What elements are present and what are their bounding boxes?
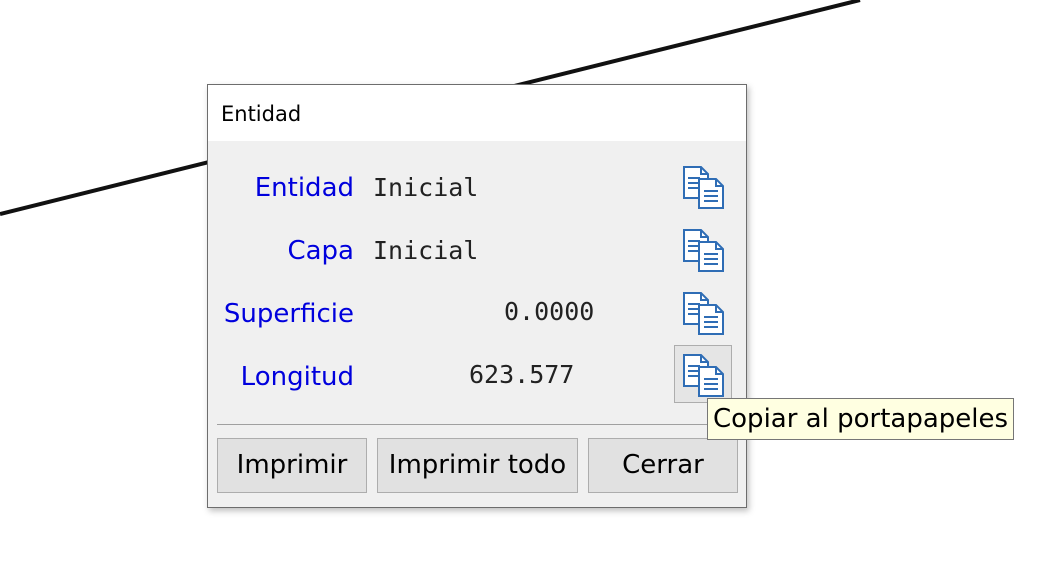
copy-area-button[interactable] xyxy=(674,283,732,341)
length-value: 623.577 xyxy=(469,360,575,389)
dialog-title: Entidad xyxy=(221,102,302,126)
print-button[interactable]: Imprimir xyxy=(217,438,367,493)
close-button[interactable]: Cerrar xyxy=(588,438,738,493)
copy-layer-button[interactable] xyxy=(674,220,732,278)
dialog-titlebar[interactable]: Entidad xyxy=(208,85,746,141)
copy-to-clipboard-icon xyxy=(683,229,724,272)
copy-to-clipboard-icon xyxy=(683,166,724,209)
entity-label: Entidad xyxy=(254,173,354,203)
print-all-button[interactable]: Imprimir todo xyxy=(377,438,578,493)
entity-value: Inicial xyxy=(373,173,479,202)
length-label: Longitud xyxy=(240,362,354,392)
entity-dialog: Entidad Entidad Inicial Capa Inicial Sup… xyxy=(207,84,747,508)
area-value: 0.0000 xyxy=(504,297,595,326)
copy-tooltip: Copiar al portapapeles xyxy=(707,398,1015,440)
area-label: Superficie xyxy=(223,299,354,329)
dialog-separator xyxy=(217,424,737,425)
copy-length-button[interactable] xyxy=(674,345,732,403)
layer-label: Capa xyxy=(287,236,354,266)
copy-to-clipboard-icon xyxy=(683,292,724,335)
copy-to-clipboard-icon xyxy=(683,354,724,397)
copy-entity-button[interactable] xyxy=(674,157,732,215)
layer-value: Inicial xyxy=(373,236,479,265)
